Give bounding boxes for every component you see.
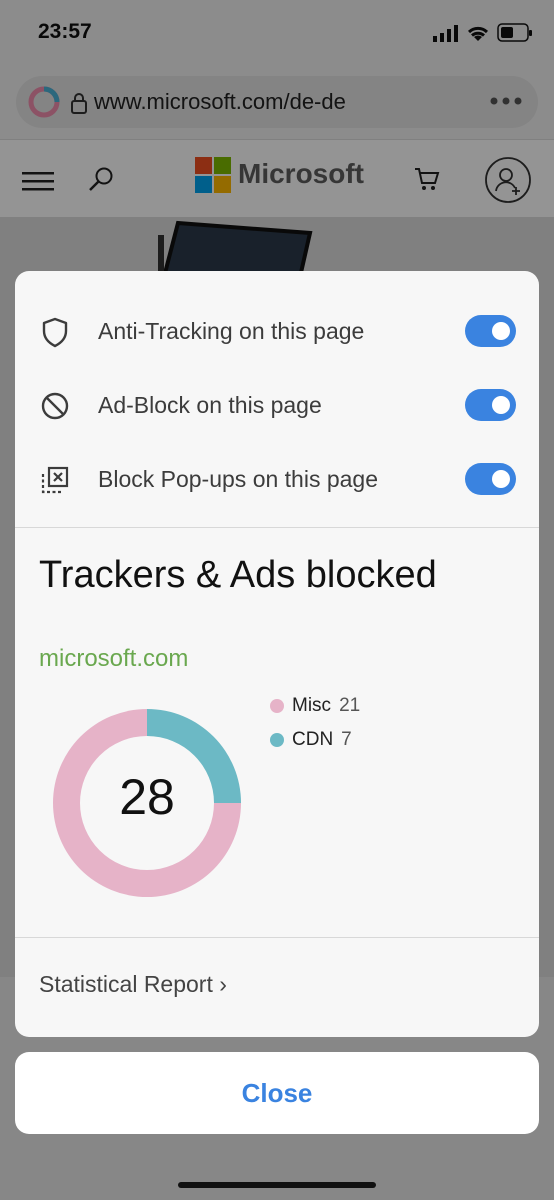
legend-dot [270,732,284,747]
anti-tracking-toggle[interactable] [465,315,516,347]
ad-block-toggle[interactable] [465,389,516,421]
toggle-row-ad-block[interactable]: Ad-Block on this page [15,368,539,442]
toggle-label: Ad-Block on this page [98,392,322,418]
legend-label: Misc [292,695,332,716]
legend-dot [270,698,284,713]
block-icon [41,392,69,420]
tracking-protection-panel: Anti-Tracking on this page Ad-Block on t… [15,271,539,1037]
legend-item-misc: Misc 21 [270,695,360,719]
legend-label: CDN [292,729,334,750]
statistical-report-link[interactable]: Statistical Report › [39,971,227,998]
chart-total: 28 [119,769,175,825]
divider [15,937,539,938]
legend-value: 7 [341,729,352,750]
toggle-row-anti-tracking[interactable]: Anti-Tracking on this page [15,294,539,368]
home-indicator [178,1182,376,1188]
section-title: Trackers & Ads blocked [39,554,437,596]
legend-item-cdn: CDN 7 [270,729,352,753]
popup-block-toggle[interactable] [465,463,516,495]
popup-block-icon [41,466,69,494]
toggle-label: Anti-Tracking on this page [98,318,365,344]
domain-label: microsoft.com [39,645,189,672]
legend-value: 21 [339,695,361,716]
toggle-row-popups[interactable]: Block Pop-ups on this page [15,442,539,516]
divider [15,527,539,528]
shield-icon [42,317,68,348]
toggle-label: Block Pop-ups on this page [98,466,379,492]
close-button[interactable]: Close [15,1052,539,1134]
